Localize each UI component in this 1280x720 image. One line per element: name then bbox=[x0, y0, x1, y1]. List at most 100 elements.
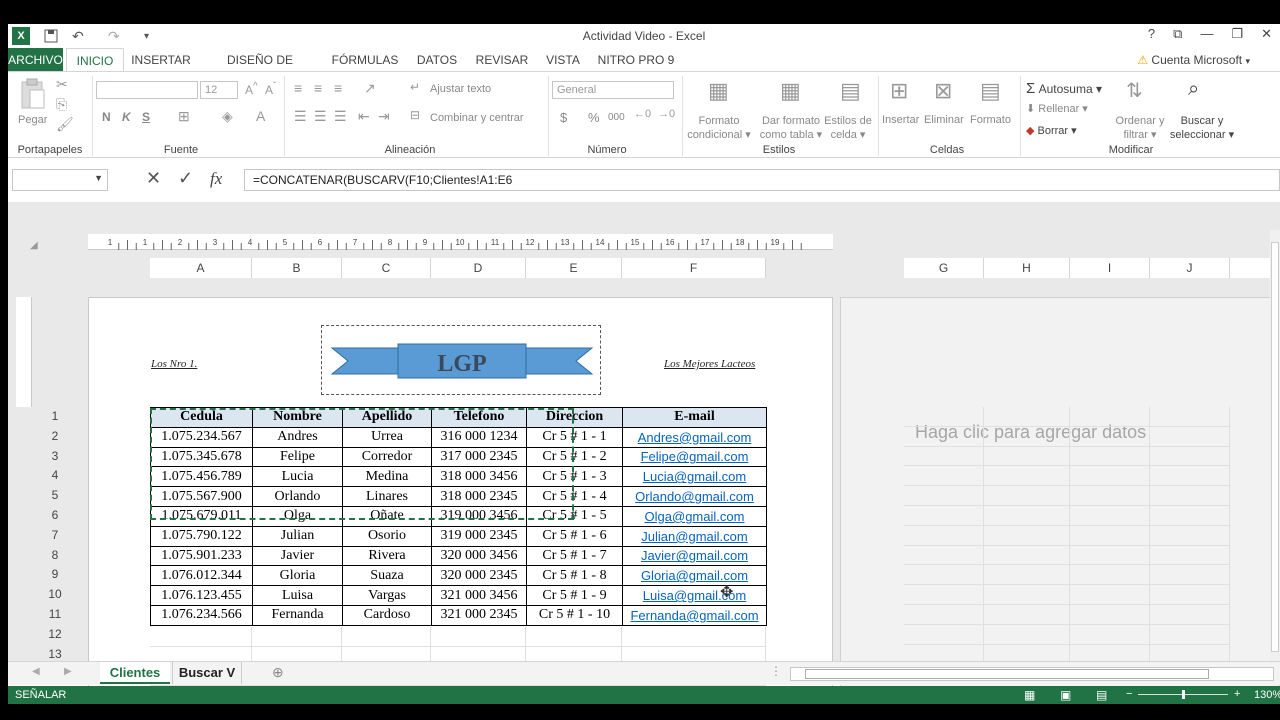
grid-cell[interactable] bbox=[1150, 525, 1230, 546]
scroll-left-icon[interactable]: ◀ bbox=[32, 666, 40, 677]
table-cell[interactable]: 1.075.345.678 bbox=[150, 446, 253, 468]
email-link[interactable]: Felipe@gmail.com bbox=[622, 446, 767, 468]
grid-cell[interactable] bbox=[904, 605, 984, 625]
grid-cell[interactable] bbox=[1150, 624, 1230, 645]
conditional-format-button[interactable]: Formato condicional ▾ bbox=[684, 114, 754, 142]
percent-button[interactable]: % bbox=[588, 110, 600, 125]
table-header-cell[interactable]: Apellido bbox=[342, 407, 432, 428]
fill-color-icon[interactable]: ◈ bbox=[222, 108, 233, 125]
grid-cell[interactable] bbox=[1150, 486, 1230, 506]
grid-cell[interactable] bbox=[904, 506, 984, 526]
email-link[interactable]: Andres@gmail.com bbox=[622, 426, 767, 448]
table-cell[interactable]: Luisa bbox=[252, 585, 343, 606]
enter-icon[interactable]: ✓ bbox=[178, 168, 193, 189]
row-header[interactable]: 4 bbox=[38, 468, 72, 482]
row-header[interactable]: 11 bbox=[38, 607, 72, 621]
shrink-font-icon[interactable]: Aˇ bbox=[265, 81, 276, 97]
row-header[interactable]: 1 bbox=[38, 409, 72, 423]
table-cell[interactable]: 318 000 3456 bbox=[431, 466, 527, 488]
table-cell[interactable]: 1.075.901.233 bbox=[150, 545, 253, 567]
table-cell[interactable]: Cr 5 # 1 - 2 bbox=[526, 446, 623, 468]
table-cell[interactable]: Suaza bbox=[342, 565, 432, 587]
account-link[interactable]: ⚠ Cuenta Microsoft ▾ bbox=[1137, 53, 1250, 67]
email-link[interactable]: Luisa@gmail.com bbox=[622, 585, 767, 606]
table-header-cell[interactable]: Nombre bbox=[252, 407, 343, 428]
formula-input[interactable]: =CONCATENAR(BUSCARV(F10;Clientes!A1:E6 bbox=[244, 169, 1280, 191]
grid-cell[interactable] bbox=[904, 466, 984, 487]
row-header[interactable]: 13 bbox=[38, 647, 72, 661]
orientation-icon[interactable]: ↗ bbox=[364, 80, 376, 97]
paste-label[interactable]: Pegar bbox=[18, 114, 47, 126]
table-cell[interactable]: Cardoso bbox=[342, 604, 432, 626]
table-cell[interactable]: 1.076.012.344 bbox=[150, 565, 253, 587]
table-cell[interactable]: Vargas bbox=[342, 585, 432, 606]
table-cell[interactable]: Cr 5 # 1 - 8 bbox=[526, 565, 623, 587]
cancel-icon[interactable]: ✕ bbox=[146, 168, 161, 189]
grid-cell[interactable] bbox=[904, 407, 984, 427]
table-cell[interactable]: Javier bbox=[252, 545, 343, 567]
wrap-text-icon[interactable]: ↵ bbox=[410, 80, 420, 94]
table-cell[interactable]: Cr 5 # 1 - 10 bbox=[526, 604, 623, 626]
delete-cells-button[interactable]: Eliminar bbox=[924, 114, 964, 126]
table-cell[interactable]: 319 000 3456 bbox=[431, 505, 527, 527]
tab-nitro[interactable]: NITRO PRO 9 bbox=[596, 48, 676, 72]
table-cell[interactable]: 1.075.790.122 bbox=[150, 525, 253, 547]
row-header[interactable]: 9 bbox=[38, 567, 72, 581]
grid-cell[interactable] bbox=[1150, 545, 1230, 566]
grid-cell[interactable] bbox=[1150, 605, 1230, 625]
font-size-select[interactable]: 12 bbox=[200, 81, 238, 99]
table-cell[interactable]: Osorio bbox=[342, 525, 432, 547]
grid-cell[interactable] bbox=[1150, 565, 1230, 586]
cell-styles-button[interactable]: Estilos de celda ▾ bbox=[822, 114, 874, 142]
column-header-i[interactable]: I bbox=[1070, 258, 1150, 278]
table-cell[interactable]: Cr 5 # 1 - 9 bbox=[526, 585, 623, 606]
column-header-d[interactable]: D bbox=[431, 258, 526, 278]
scroll-right-icon[interactable]: ▶ bbox=[64, 666, 72, 677]
grid-cell[interactable] bbox=[904, 624, 984, 645]
grid-cell[interactable] bbox=[1070, 624, 1150, 645]
increase-decimal-icon[interactable]: ←0 bbox=[634, 108, 651, 120]
zoom-level[interactable]: 130% bbox=[1254, 689, 1280, 701]
normal-view-icon[interactable]: ▦ bbox=[1024, 688, 1035, 702]
sort-filter-button[interactable]: Ordenar y filtrar ▾ bbox=[1112, 114, 1168, 142]
row-header[interactable]: 5 bbox=[38, 488, 72, 502]
grid-cell[interactable] bbox=[1150, 466, 1230, 487]
page-layout-view-icon[interactable]: ▣ bbox=[1060, 688, 1071, 702]
grid-cell[interactable] bbox=[904, 426, 984, 447]
tab-datos[interactable]: DATOS bbox=[412, 48, 462, 72]
zoom-out-icon[interactable]: − bbox=[1126, 688, 1132, 700]
borders-icon[interactable]: ⊞ bbox=[178, 108, 190, 125]
align-middle-icon[interactable]: ≡ bbox=[314, 80, 322, 96]
binoculars-icon[interactable]: ⌕ bbox=[1188, 78, 1199, 101]
grid-cell[interactable] bbox=[431, 627, 526, 647]
grid-cell[interactable] bbox=[984, 466, 1070, 487]
format-painter-icon[interactable]: 🖌 bbox=[56, 116, 74, 133]
find-select-button[interactable]: Buscar y seleccionar ▾ bbox=[1168, 114, 1236, 142]
row-header[interactable]: 7 bbox=[38, 528, 72, 542]
tab-revisar[interactable]: REVISAR bbox=[472, 48, 532, 72]
row-header[interactable]: 12 bbox=[38, 627, 72, 641]
insert-function-icon[interactable]: fx bbox=[210, 169, 222, 189]
table-cell[interactable]: 1.075.234.567 bbox=[150, 426, 253, 448]
grid-cell[interactable] bbox=[984, 605, 1070, 625]
sheet-tab-clientes[interactable]: Clientes bbox=[100, 662, 170, 684]
table-cell[interactable]: Orlando bbox=[252, 486, 343, 507]
align-center-icon[interactable]: ☰ bbox=[314, 108, 327, 125]
name-box[interactable]: ▼ bbox=[12, 169, 108, 191]
table-cell[interactable]: Cr 5 # 1 - 4 bbox=[526, 486, 623, 507]
grid-cell[interactable] bbox=[984, 486, 1070, 506]
wrap-text-button[interactable]: Ajustar texto bbox=[430, 83, 491, 95]
table-cell[interactable]: Urrea bbox=[342, 426, 432, 448]
table-cell[interactable]: 320 000 3456 bbox=[431, 545, 527, 567]
grid-cell[interactable] bbox=[984, 506, 1070, 526]
horizontal-scroll-thumb[interactable] bbox=[805, 669, 1209, 679]
logo-frame[interactable]: LGP bbox=[321, 325, 601, 395]
close-button[interactable]: ✕ bbox=[1261, 26, 1272, 42]
grid-cell[interactable] bbox=[904, 446, 984, 467]
grid-cell[interactable] bbox=[984, 446, 1070, 467]
table-cell[interactable]: Cr 5 # 1 - 5 bbox=[526, 505, 623, 527]
grid-cell[interactable] bbox=[1070, 565, 1150, 586]
grid-cell[interactable] bbox=[1150, 426, 1230, 447]
sheet-tab-buscar-v[interactable]: Buscar V bbox=[172, 662, 242, 684]
format-cells-icon[interactable]: ▤ bbox=[980, 78, 1001, 104]
